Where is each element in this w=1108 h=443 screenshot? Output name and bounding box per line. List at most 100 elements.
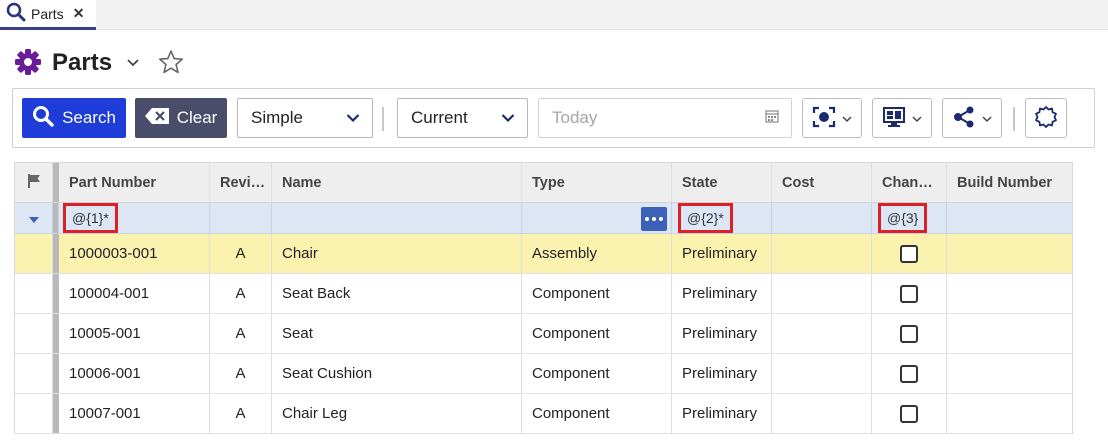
clear-button[interactable]: Clear	[135, 98, 227, 138]
backspace-icon	[144, 107, 169, 129]
more-options-icon[interactable]	[641, 207, 667, 231]
settings-gear-icon	[1034, 105, 1058, 132]
cell-state: Preliminary	[672, 394, 772, 433]
search-mode-value: Simple	[251, 108, 303, 127]
cell-cost	[772, 394, 872, 433]
date-placeholder: Today	[552, 108, 598, 127]
column-header-state[interactable]: State	[672, 163, 772, 202]
table-row[interactable]: 100004-001 A Seat Back Component Prelimi…	[15, 274, 1072, 314]
cell-changes	[872, 314, 947, 353]
search-button[interactable]: Search	[22, 98, 126, 138]
cell-name: Seat	[272, 314, 522, 353]
cell-cost	[772, 354, 872, 393]
filter-revision[interactable]	[210, 203, 272, 233]
share-button[interactable]	[942, 98, 1002, 138]
cell-type: Component	[522, 274, 672, 313]
grid-header: Part Number Revi… Name Type State Cost C…	[15, 163, 1072, 203]
table-row[interactable]: 10005-001 A Seat Component Preliminary	[15, 314, 1072, 354]
column-header-part-number[interactable]: Part Number	[59, 163, 210, 202]
cell-part-number: 10007-001	[59, 394, 210, 433]
cell-state: Preliminary	[672, 274, 772, 313]
search-button-label: Search	[62, 108, 116, 127]
changes-checkbox[interactable]	[900, 364, 918, 383]
cell-changes	[872, 274, 947, 313]
changes-checkbox[interactable]	[900, 244, 918, 263]
cell-changes	[872, 394, 947, 433]
changes-checkbox[interactable]	[900, 284, 918, 303]
column-header-cost[interactable]: Cost	[772, 163, 872, 202]
cell-type: Component	[522, 314, 672, 353]
table-row[interactable]: 1000003-001 A Chair Assembly Preliminary	[15, 234, 1072, 274]
column-header-name[interactable]: Name	[272, 163, 522, 202]
page-header: Parts	[14, 46, 184, 80]
close-icon[interactable]: ✕	[73, 5, 85, 22]
cell-type: Assembly	[522, 234, 672, 273]
cell-part-number: 10006-001	[59, 354, 210, 393]
cell-state: Preliminary	[672, 314, 772, 353]
cell-revision: A	[210, 234, 272, 273]
cell-revision: A	[210, 314, 272, 353]
row-flag-cell[interactable]	[15, 354, 53, 393]
version-value: Current	[411, 108, 468, 127]
share-icon	[952, 105, 976, 132]
cell-build-number	[947, 234, 1072, 273]
cell-name: Chair	[272, 234, 522, 273]
filter-type[interactable]	[522, 203, 672, 233]
cell-cost	[772, 274, 872, 313]
cell-build-number	[947, 354, 1072, 393]
search-icon	[6, 2, 26, 25]
cell-cost	[772, 234, 872, 273]
table-row[interactable]: 10006-001 A Seat Cushion Component Preli…	[15, 354, 1072, 394]
table-row[interactable]: 10007-001 A Chair Leg Component Prelimin…	[15, 394, 1072, 434]
page-title: Parts	[52, 49, 113, 76]
column-header-revision[interactable]: Revi…	[210, 163, 272, 202]
filter-build-number[interactable]	[947, 203, 1072, 233]
cell-changes	[872, 234, 947, 273]
filter-cost[interactable]	[772, 203, 872, 233]
tab-label: Parts	[31, 5, 64, 22]
chevron-down-icon[interactable]	[126, 55, 140, 71]
column-header-type[interactable]: Type	[522, 163, 672, 202]
chevron-down-icon	[346, 108, 360, 128]
filter-state[interactable]: @{2}*	[672, 203, 772, 233]
settings-button[interactable]	[1025, 98, 1067, 138]
display-options-button[interactable]	[872, 98, 932, 138]
search-icon	[32, 105, 54, 132]
cell-changes	[872, 354, 947, 393]
filter-part-number-value: @{1}*	[63, 203, 118, 233]
tab-parts[interactable]: Parts ✕	[0, 0, 96, 30]
filter-name[interactable]	[272, 203, 522, 233]
filter-part-number[interactable]: @{1}*	[59, 203, 210, 233]
row-flag-cell[interactable]	[15, 234, 53, 273]
cell-cost	[772, 314, 872, 353]
star-icon[interactable]	[158, 49, 184, 78]
filter-row-toggle[interactable]	[15, 203, 53, 233]
date-input[interactable]: Today	[538, 98, 792, 138]
changes-checkbox[interactable]	[900, 404, 918, 423]
column-header-build-number[interactable]: Build Number	[947, 163, 1072, 202]
version-select[interactable]: Current	[397, 98, 528, 138]
cell-revision: A	[210, 274, 272, 313]
column-header-changes[interactable]: Chan…	[872, 163, 947, 202]
capture-view-button[interactable]	[802, 98, 862, 138]
cell-revision: A	[210, 394, 272, 433]
row-flag-cell[interactable]	[15, 274, 53, 313]
toolbar-divider	[382, 107, 384, 131]
cell-name: Chair Leg	[272, 394, 522, 433]
cell-part-number: 1000003-001	[59, 234, 210, 273]
cell-state: Preliminary	[672, 354, 772, 393]
search-mode-select[interactable]: Simple	[237, 98, 373, 138]
calendar-icon[interactable]	[765, 108, 779, 128]
filter-row: @{1}* @{2}* @{3}	[15, 203, 1072, 234]
parts-grid: Part Number Revi… Name Type State Cost C…	[14, 162, 1073, 434]
flag-icon	[26, 173, 42, 193]
cell-state: Preliminary	[672, 234, 772, 273]
filter-changes[interactable]: @{3}	[872, 203, 947, 233]
flag-column-header[interactable]	[15, 163, 53, 202]
toolbar-divider	[1013, 107, 1015, 131]
changes-checkbox[interactable]	[900, 324, 918, 343]
row-flag-cell[interactable]	[15, 314, 53, 353]
filter-changes-value: @{3}	[878, 203, 928, 233]
clear-button-label: Clear	[176, 108, 218, 127]
row-flag-cell[interactable]	[15, 394, 53, 433]
